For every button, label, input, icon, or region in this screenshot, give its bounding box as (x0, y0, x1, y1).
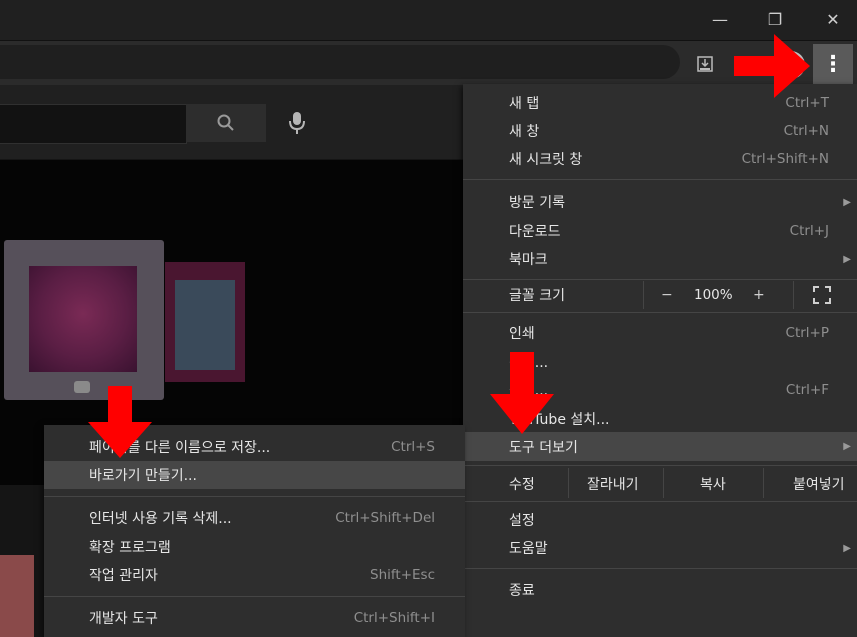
menu-item-shortcut: Ctrl+F (785, 382, 829, 398)
menu-item-history[interactable]: 방문 기록 ▶ (463, 188, 857, 216)
red-arrow-right-icon (734, 34, 810, 98)
menu-item-shortcut: Ctrl+Shift+N (741, 151, 829, 167)
search-input[interactable] (0, 104, 187, 144)
submenu-item-extensions[interactable]: 확장 프로그램 (44, 533, 465, 561)
minimize-icon: — (712, 9, 728, 29)
thumbnail-image (0, 555, 34, 637)
divider (793, 281, 794, 309)
red-arrow-down-icon (88, 386, 152, 458)
chrome-menu-button[interactable]: ⋮ (813, 44, 853, 84)
menu-item-shortcut: Shift+Esc (370, 567, 435, 583)
menu-item-shortcut: Ctrl+P (785, 325, 829, 341)
menu-separator (44, 596, 465, 597)
close-button[interactable]: ✕ (811, 6, 855, 32)
close-icon: ✕ (826, 9, 840, 29)
divider (763, 468, 764, 498)
submenu-arrow-icon: ▶ (843, 441, 851, 452)
video-frame (175, 280, 235, 370)
menu-separator (463, 568, 857, 569)
menu-item-label: 도구 더보기 (509, 439, 578, 456)
menu-item-new-incognito[interactable]: 새 시크릿 창 Ctrl+Shift+N (463, 145, 857, 173)
menu-item-label: 새 탭 (509, 96, 540, 112)
menu-item-print[interactable]: 인쇄 Ctrl+P (463, 319, 857, 347)
menu-item-help[interactable]: 도움말 ▶ (463, 534, 857, 562)
divider (663, 468, 664, 498)
edit-label: 수정 (509, 477, 535, 493)
menu-separator (463, 312, 857, 313)
search-button[interactable] (186, 104, 266, 142)
install-icon[interactable] (693, 52, 717, 76)
restore-button[interactable]: ❐ (753, 6, 797, 32)
submenu-item-clear-data[interactable]: 인터넷 사용 기록 삭제... Ctrl+Shift+Del (44, 504, 465, 532)
menu-separator (44, 496, 465, 497)
menu-item-label: 다운로드 (509, 224, 561, 240)
menu-item-label: 종료 (509, 583, 535, 599)
restore-icon: ❐ (767, 9, 783, 29)
menu-separator (463, 179, 857, 180)
search-icon (217, 114, 234, 131)
menu-item-label: 바로가기 만들기... (89, 468, 197, 484)
menu-separator (463, 501, 857, 502)
zoom-row: 글꼴 크기 − 100% + (463, 281, 857, 309)
menu-item-label: 설정 (509, 513, 535, 529)
menu-item-label: 확장 프로그램 (89, 540, 171, 556)
menu-item-settings[interactable]: 설정 (463, 506, 857, 534)
paste-button[interactable]: 붙여넣기 (793, 474, 845, 494)
copy-button[interactable]: 복사 (700, 474, 726, 494)
submenu-arrow-icon: ▶ (843, 253, 851, 265)
submenu-item-dev-tools[interactable]: 개발자 도구 Ctrl+Shift+I (44, 604, 465, 632)
menu-item-label: 인터넷 사용 기록 삭제... (89, 511, 232, 527)
menu-item-shortcut: Ctrl+N (783, 123, 829, 139)
submenu-arrow-icon: ▶ (843, 542, 851, 554)
divider (643, 281, 644, 309)
menu-item-bookmarks[interactable]: 북마크 ▶ (463, 245, 857, 273)
menu-item-downloads[interactable]: 다운로드 Ctrl+J (463, 217, 857, 245)
more-vert-icon: ⋮ (822, 51, 844, 77)
divider (568, 468, 569, 498)
submenu-arrow-icon: ▶ (843, 196, 851, 208)
submenu-item-create-shortcut[interactable]: 바로가기 만들기... (44, 461, 465, 489)
menu-item-more-tools[interactable]: 도구 더보기 ▶ (463, 432, 857, 461)
cut-button[interactable]: 잘라내기 (587, 474, 639, 494)
menu-item-label: 개발자 도구 (89, 611, 158, 627)
menu-item-label: 새 시크릿 창 (509, 152, 583, 168)
zoom-out-button[interactable]: − (661, 287, 673, 303)
menu-item-exit[interactable]: 종료 (463, 576, 857, 604)
menu-item-shortcut: Ctrl+Shift+Del (335, 510, 435, 526)
submenu-item-task-manager[interactable]: 작업 관리자 Shift+Esc (44, 561, 465, 589)
address-bar[interactable] (0, 45, 680, 79)
menu-separator (463, 465, 857, 466)
zoom-in-button[interactable]: + (753, 287, 765, 303)
minimize-button[interactable]: — (698, 6, 742, 32)
mic-icon (289, 112, 305, 134)
thumbnail-image (29, 266, 137, 372)
mic-button[interactable] (280, 106, 314, 140)
red-arrow-down-icon (490, 352, 554, 434)
menu-item-shortcut: Ctrl+J (789, 223, 829, 239)
menu-item-label: 도움말 (509, 541, 548, 557)
fullscreen-icon[interactable] (813, 286, 831, 304)
menu-item-label: 인쇄 (509, 326, 535, 342)
menu-item-shortcut: Ctrl+Shift+I (353, 610, 435, 626)
zoom-level: 100% (694, 287, 733, 303)
menu-separator (463, 279, 857, 280)
menu-item-label: 북마크 (509, 252, 548, 268)
menu-item-shortcut: Ctrl+S (391, 439, 435, 455)
zoom-label: 글꼴 크기 (509, 288, 565, 304)
menu-item-label: 작업 관리자 (89, 568, 158, 584)
menu-item-label: 방문 기록 (509, 195, 565, 211)
menu-item-label: 새 창 (509, 124, 540, 140)
edit-row: 수정 잘라내기 복사 붙여넣기 (463, 468, 857, 498)
menu-item-new-window[interactable]: 새 창 Ctrl+N (463, 117, 857, 145)
